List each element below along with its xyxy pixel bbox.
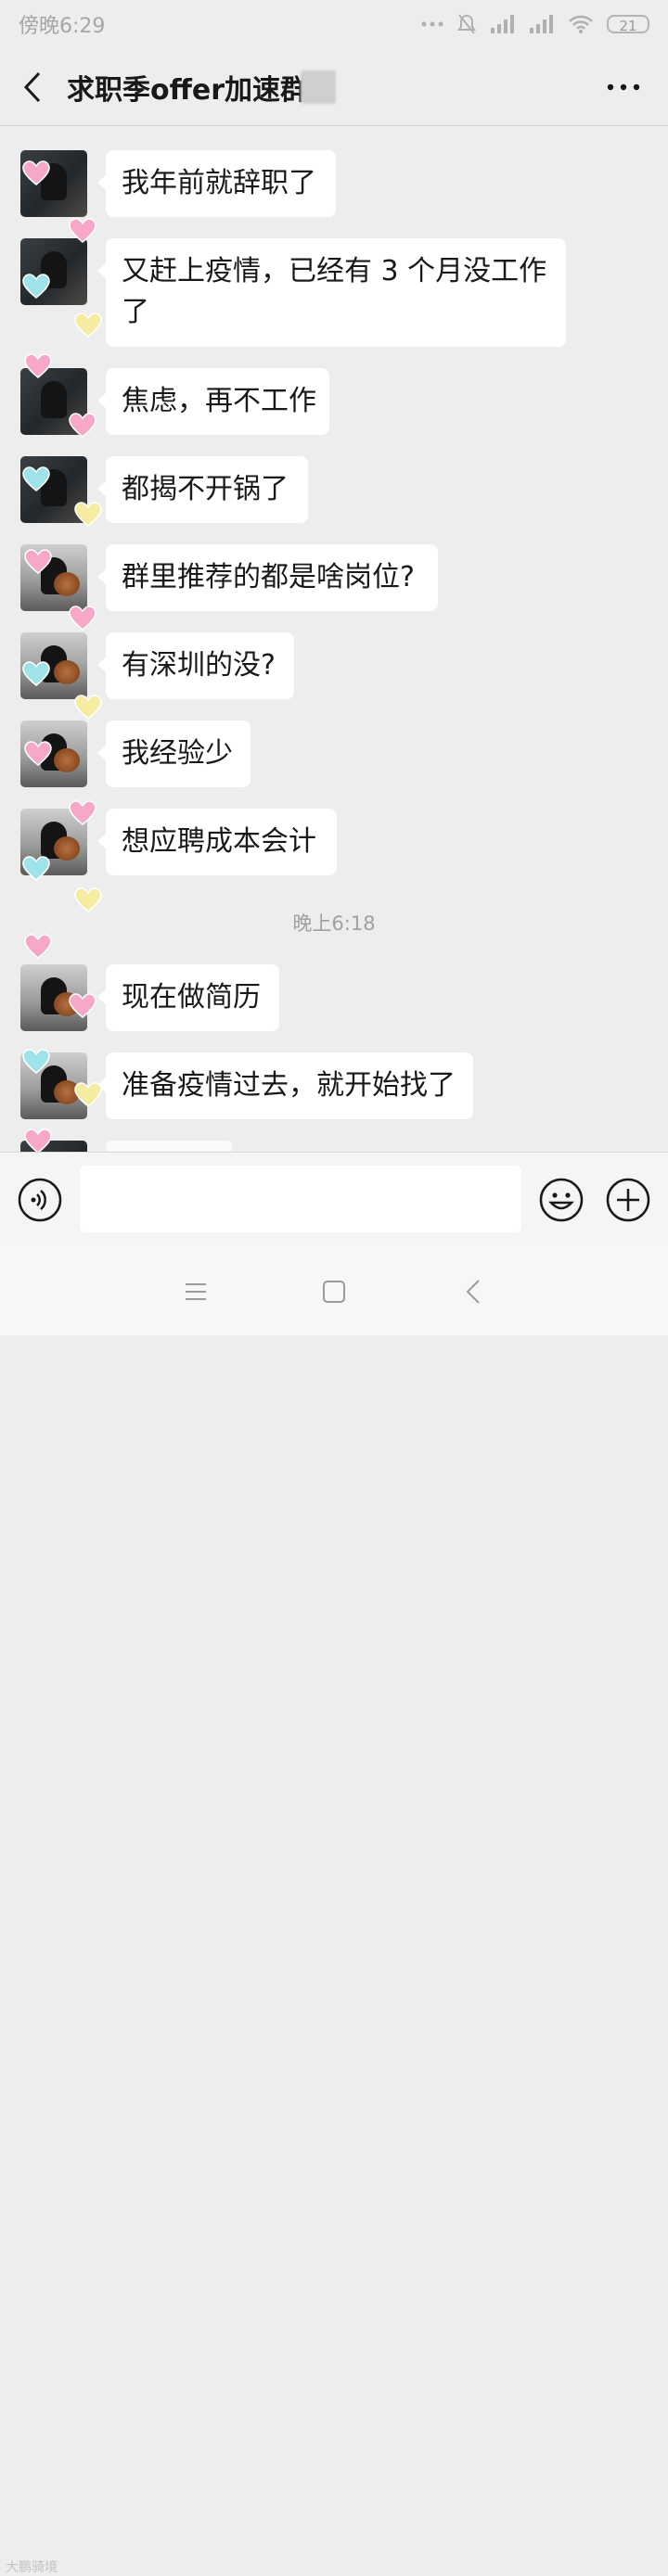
voice-icon[interactable] bbox=[17, 1177, 63, 1223]
heart-icon bbox=[22, 274, 50, 299]
input-bar bbox=[0, 1152, 668, 1246]
watermark: 大鹏骑境 bbox=[6, 2560, 58, 2575]
chat-title: 求职季offer加速群 bbox=[67, 74, 309, 107]
message-bubble[interactable]: 想应聘成本会计 bbox=[97, 809, 337, 875]
heart-icon bbox=[22, 661, 50, 686]
status-time: 傍晚6:29 bbox=[19, 15, 106, 38]
heart-icon bbox=[24, 549, 52, 574]
message-bubble[interactable]: 都揭不开锅了 bbox=[97, 456, 308, 523]
heart-icon bbox=[69, 606, 96, 631]
message-bubble[interactable]: 焦虑，再不工作 bbox=[97, 368, 329, 435]
plus-icon[interactable] bbox=[605, 1177, 651, 1223]
home-icon[interactable] bbox=[320, 1278, 348, 1306]
signal-icon bbox=[491, 15, 514, 33]
heart-icon bbox=[69, 413, 96, 438]
heart-icon bbox=[74, 312, 102, 338]
heart-icon bbox=[69, 993, 96, 1018]
message-list[interactable]: 我年前就辞职了 又赶上疫情，已经有 3 个月没工作了 焦虑，再不工作 都揭不开锅… bbox=[0, 127, 668, 1152]
heart-icon bbox=[69, 218, 96, 243]
message-bubble[interactable]: 我年前就辞职了 bbox=[97, 150, 336, 217]
message-bubble[interactable]: 我经验少 bbox=[97, 721, 250, 787]
message-bubble[interactable]: 现在做简历 bbox=[97, 964, 279, 1031]
battery-indicator: 21 bbox=[607, 15, 649, 34]
title-blur bbox=[301, 70, 336, 104]
heart-icon bbox=[24, 934, 52, 959]
message-input[interactable] bbox=[80, 1166, 521, 1232]
message-bubble[interactable]: 有深圳的没? bbox=[97, 632, 294, 699]
heart-icon bbox=[22, 856, 50, 881]
signal-hd-icon bbox=[530, 15, 553, 33]
mute-bell-icon bbox=[457, 14, 476, 34]
heart-icon bbox=[74, 887, 102, 912]
heart-icon bbox=[22, 1049, 50, 1074]
message-bubble[interactable]: 群里推荐的都是啥岗位? bbox=[97, 544, 438, 611]
menu-icon[interactable] bbox=[182, 1278, 210, 1306]
emoji-icon[interactable] bbox=[538, 1177, 584, 1223]
heart-icon bbox=[69, 800, 96, 825]
more-dots-icon bbox=[421, 21, 443, 27]
message-bubble[interactable]: 又赶上疫情，已经有 3 个月没工作了 bbox=[97, 238, 566, 347]
back-icon[interactable] bbox=[20, 70, 46, 104]
message-bubble[interactable]: 准备疫情过去，就开始找了 bbox=[97, 1052, 473, 1119]
heart-icon bbox=[74, 695, 102, 720]
heart-icon bbox=[24, 1129, 52, 1152]
more-icon[interactable] bbox=[607, 83, 640, 91]
heart-icon bbox=[24, 741, 52, 766]
status-bar: 傍晚6:29 21 bbox=[0, 0, 668, 48]
heart-icon bbox=[74, 502, 102, 527]
heart-icon bbox=[22, 160, 50, 185]
heart-icon bbox=[22, 466, 50, 491]
heart-icon bbox=[74, 1082, 102, 1107]
nav-back-icon[interactable] bbox=[460, 1278, 488, 1306]
heart-icon bbox=[24, 353, 52, 378]
system-nav-bar: 大鹏骑境 bbox=[0, 1246, 668, 2575]
partial-bubble bbox=[106, 1141, 232, 1152]
wifi-icon bbox=[569, 15, 593, 33]
chat-header: 求职季offer加速群 bbox=[0, 48, 668, 126]
status-icons: 21 bbox=[421, 13, 649, 35]
